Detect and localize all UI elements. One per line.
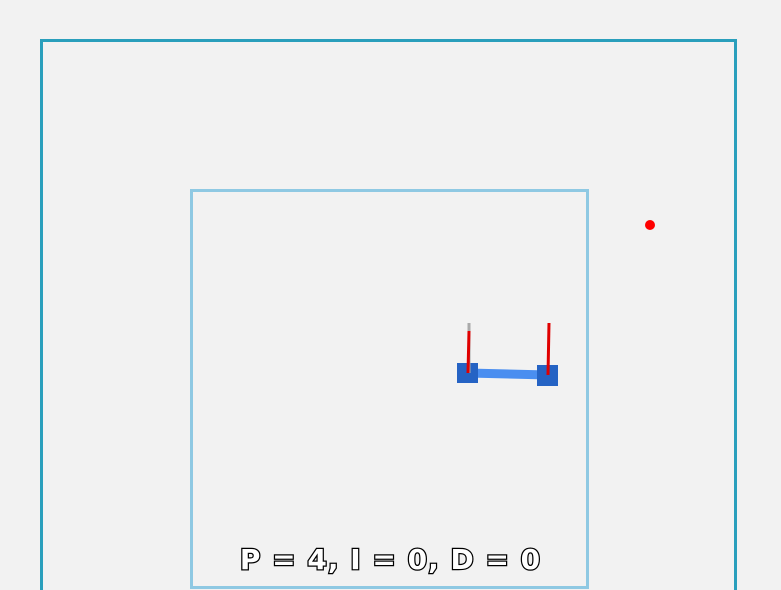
target-point [645, 220, 655, 230]
game-canvas: P = 4, I = 0, D = 0 [0, 0, 781, 590]
pid-parameters-label: P = 4, I = 0, D = 0 [239, 542, 542, 578]
inner-arena-boundary [190, 189, 589, 589]
